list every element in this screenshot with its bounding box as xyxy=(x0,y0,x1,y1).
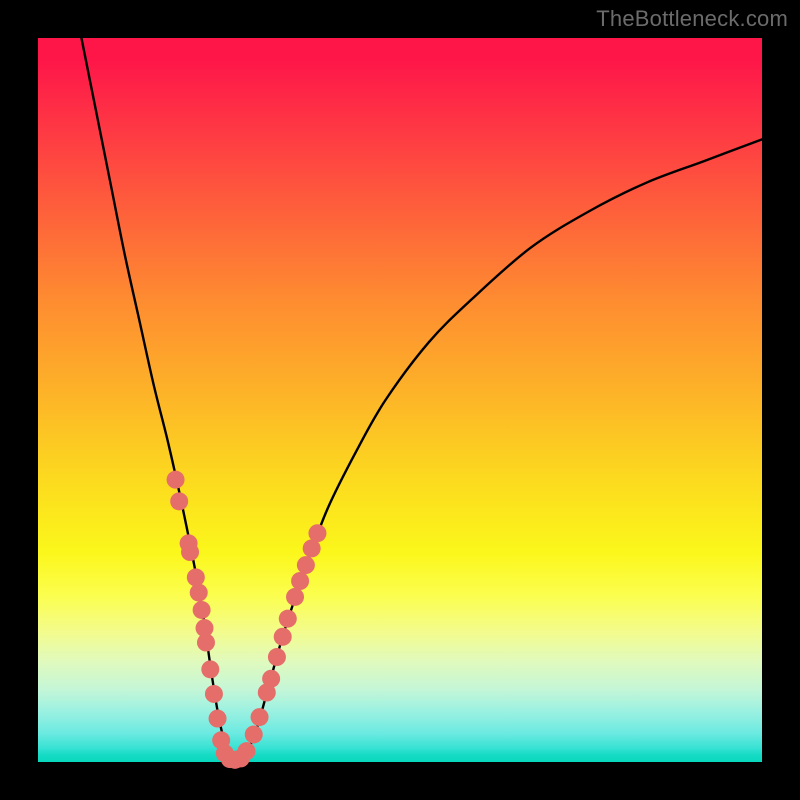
sample-dot xyxy=(181,543,199,561)
sample-dots-group xyxy=(167,471,327,769)
curve-group xyxy=(81,38,762,765)
sample-dot xyxy=(291,572,309,590)
sample-dot xyxy=(308,524,326,542)
watermark-text: TheBottleneck.com xyxy=(596,6,788,32)
sample-dot xyxy=(190,584,208,602)
sample-dot xyxy=(297,556,315,574)
sample-dot xyxy=(251,708,269,726)
sample-dot xyxy=(262,670,280,688)
sample-dot xyxy=(238,742,256,760)
chart-frame: TheBottleneck.com xyxy=(0,0,800,800)
sample-dot xyxy=(170,492,188,510)
sample-dot xyxy=(193,601,211,619)
sample-dot xyxy=(286,588,304,606)
sample-dot xyxy=(197,634,215,652)
sample-dot xyxy=(245,725,263,743)
sample-dot xyxy=(205,685,223,703)
sample-dot xyxy=(274,628,292,646)
sample-dot xyxy=(268,648,286,666)
chart-svg xyxy=(38,38,762,762)
sample-dot xyxy=(187,568,205,586)
sample-dot xyxy=(279,610,297,628)
sample-dot xyxy=(209,710,227,728)
plot-area xyxy=(38,38,762,762)
sample-dot xyxy=(201,660,219,678)
bottleneck-curve xyxy=(81,38,762,765)
sample-dot xyxy=(167,471,185,489)
